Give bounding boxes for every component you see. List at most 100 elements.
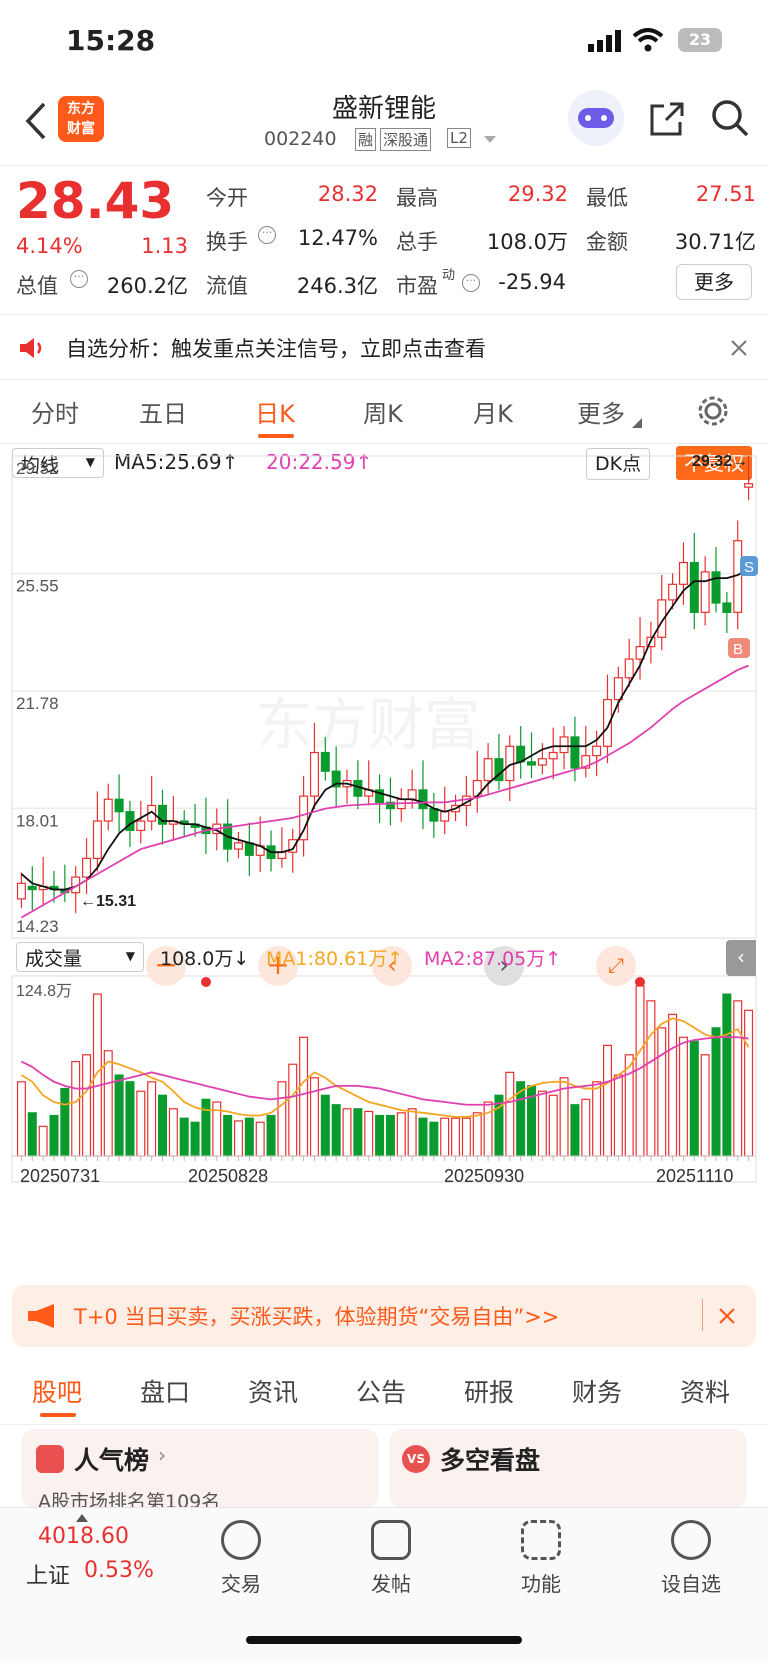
volume-bar xyxy=(309,1077,319,1157)
volume-bar xyxy=(27,1112,37,1157)
settings-gear-icon[interactable] xyxy=(696,394,730,428)
turnover-value: 12.47% xyxy=(297,226,378,250)
volume-bar xyxy=(668,1013,678,1157)
volume-bar xyxy=(407,1108,417,1157)
volume-bar xyxy=(201,1098,211,1157)
tab-forum[interactable]: 股吧 xyxy=(32,1373,82,1409)
bottom-nav: 4018.60 上证 0.53% 交易 发帖 功能 设自选 xyxy=(0,1507,768,1663)
bull-bear-card[interactable]: VS 多空看盘 xyxy=(390,1429,746,1509)
wifi-icon xyxy=(632,28,664,52)
amount-label: 金额 xyxy=(586,230,628,254)
nav-functions[interactable]: 功能 xyxy=(496,1520,586,1597)
pe-label: 市盈 xyxy=(396,274,438,298)
volume-select[interactable]: 成交量 ▼ xyxy=(16,942,144,972)
candle-body xyxy=(418,789,428,810)
pe-value: -25.94 xyxy=(498,270,566,294)
popularity-subtitle: A股市场排名第109名 xyxy=(38,1491,221,1509)
tab-order-book[interactable]: 盘口 xyxy=(140,1373,190,1409)
stock-code: 002240 xyxy=(264,128,337,150)
notice-text: 自选分析：触发重点关注信号，立即点击查看 xyxy=(66,337,486,361)
search-icon[interactable] xyxy=(710,98,750,140)
status-time: 15:28 xyxy=(66,24,156,57)
info-tabs: 股吧 盘口 资讯 公告 研报 财务 资料 xyxy=(0,1355,768,1425)
tab-intraday[interactable]: 分时 xyxy=(10,394,100,429)
volume-bar xyxy=(255,1121,265,1157)
volume-value: 108.0万 xyxy=(486,230,568,254)
high-label: 最高 xyxy=(396,186,438,210)
tab-news[interactable]: 资讯 xyxy=(248,1373,298,1409)
tab-daily-k[interactable]: 日K xyxy=(230,394,320,429)
expand-up-icon[interactable] xyxy=(76,1514,88,1522)
mcap-value: 260.2亿 xyxy=(106,274,188,298)
home-indicator xyxy=(246,1636,522,1644)
trade-icon xyxy=(221,1520,261,1560)
tab-five-day[interactable]: 五日 xyxy=(118,394,208,429)
candle-body xyxy=(711,571,721,604)
candle-body xyxy=(114,798,124,813)
y-tick-label: 18.01 xyxy=(16,811,59,830)
volume-bar xyxy=(592,1081,602,1157)
volume-bar xyxy=(244,1117,254,1157)
tab-profile[interactable]: 资料 xyxy=(680,1373,730,1409)
nav-add-watchlist[interactable]: 设自选 xyxy=(646,1520,736,1597)
nav-post[interactable]: 发帖 xyxy=(346,1520,436,1597)
x-tick-label: 20251110 xyxy=(656,1166,733,1186)
y-tick-label: 21.78 xyxy=(16,694,59,713)
candle-body xyxy=(103,798,113,822)
assistant-robot-icon[interactable] xyxy=(568,90,624,146)
info-icon[interactable]: ··· xyxy=(462,274,480,292)
float-value: 246.3亿 xyxy=(296,274,378,298)
volume-bar xyxy=(461,1117,471,1157)
x-tick-label: 20250731 xyxy=(20,1166,100,1186)
candle-body xyxy=(483,758,493,782)
vol-ma2-label: MA2:87.05万↑ xyxy=(424,948,562,970)
volume-bar xyxy=(570,1104,580,1157)
volume-bar xyxy=(353,1108,363,1157)
volume-bar xyxy=(375,1114,385,1157)
mcap-label: 总值 xyxy=(16,274,58,298)
tab-weekly-k[interactable]: 周K xyxy=(338,394,428,429)
index-name: 上证 xyxy=(26,1564,71,1589)
close-icon[interactable] xyxy=(718,1307,736,1325)
y-tick-label: 29.32 xyxy=(16,459,59,478)
change-value: 1.13 xyxy=(141,234,188,258)
close-icon[interactable] xyxy=(730,339,748,357)
candle-body xyxy=(592,745,602,757)
feature-cards: 人气榜 › A股市场排名第109名 VS 多空看盘 xyxy=(0,1425,768,1509)
candle-body xyxy=(309,751,319,797)
volume-bar xyxy=(71,1060,81,1157)
notice-bar[interactable]: 自选分析：触发重点关注信号，立即点击查看 xyxy=(0,314,768,380)
nav-trade[interactable]: 交易 xyxy=(196,1520,286,1597)
volume-max-label: 124.8万 xyxy=(16,983,72,1000)
float-label: 流值 xyxy=(206,274,248,298)
more-button[interactable]: 更多 xyxy=(676,264,752,300)
index-value[interactable]: 4018.60 xyxy=(38,1524,129,1549)
signal-icon xyxy=(588,30,621,52)
fullscreen-icon[interactable]: ⤢ xyxy=(596,946,636,986)
open-label: 今开 xyxy=(206,186,248,210)
candle-body xyxy=(700,571,710,613)
tab-financials[interactable]: 财务 xyxy=(572,1373,622,1409)
candle-body xyxy=(689,561,699,613)
volume-label: 总手 xyxy=(396,230,438,254)
collapse-panel-icon[interactable]: ‹ xyxy=(726,940,756,976)
dropdown-icon[interactable] xyxy=(484,136,496,144)
battery-icon: 23 xyxy=(678,28,722,52)
share-icon[interactable] xyxy=(648,100,686,138)
info-icon[interactable]: ··· xyxy=(70,270,88,288)
more-dots-icon xyxy=(671,1520,711,1560)
info-icon[interactable]: ··· xyxy=(258,226,276,244)
popularity-card[interactable]: 人气榜 › A股市场排名第109名 xyxy=(22,1429,378,1509)
tab-research[interactable]: 研报 xyxy=(464,1373,514,1409)
tab-announcements[interactable]: 公告 xyxy=(356,1373,406,1409)
candle-body xyxy=(136,820,146,831)
tab-monthly-k[interactable]: 月K xyxy=(448,394,538,429)
ad-text: T+0 当日买卖，买涨买跌，体验期货“交易自由”>> xyxy=(74,1305,560,1329)
candle-body xyxy=(407,789,417,800)
status-bar: 15:28 23 xyxy=(0,0,768,80)
futures-ad-banner[interactable]: T+0 当日买卖，买涨买跌，体验期货“交易自由”>> xyxy=(12,1285,756,1347)
volume-bar xyxy=(700,1054,710,1157)
volume-bar xyxy=(744,1009,754,1157)
volume-bar xyxy=(396,1112,406,1157)
candlestick-chart[interactable]: 29.32 25.55 21.78 18.01 14.23 东方财富 29.32→ ←15.3… xyxy=(0,444,768,1274)
